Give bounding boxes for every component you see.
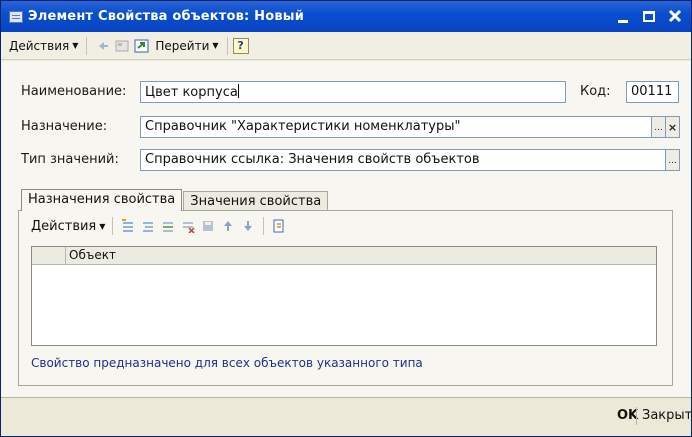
window-title: Элемент Свойства объектов: Новый — [28, 9, 305, 24]
tab-strip: Назначения свойства Значения свойства — [21, 189, 329, 211]
table-header: Объект — [32, 247, 656, 265]
ok-button[interactable]: OK — [617, 408, 638, 423]
toolbar-separator — [112, 217, 114, 235]
dialog-window: Элемент Свойства объектов: Новый Действи… — [0, 0, 692, 437]
panel-actions-label: Действия — [31, 218, 97, 234]
type-field[interactable]: Справочник ссылка: Значения свойств объе… — [140, 149, 666, 171]
footer-separator — [636, 407, 637, 425]
actions-menu[interactable]: Действия ▼ — [6, 37, 81, 55]
close-button[interactable]: Закрыть — [642, 408, 692, 423]
code-value: 00111 — [631, 84, 673, 99]
purpose-label: Назначение: — [21, 119, 108, 134]
name-label: Наименование: — [21, 84, 127, 99]
goto-menu[interactable]: Перейти ▼ — [152, 37, 221, 55]
tab-property-purpose[interactable]: Назначения свойства — [21, 189, 183, 211]
actions-menu-label: Действия — [9, 38, 70, 53]
dropdown-arrow-icon: ▼ — [212, 41, 219, 50]
purpose-pick-button[interactable]: ... — [652, 116, 666, 138]
refresh-icon[interactable] — [272, 219, 286, 233]
structure-icon[interactable] — [114, 38, 130, 54]
maximize-button[interactable] — [639, 6, 659, 26]
name-field[interactable]: Цвет корпуса — [140, 81, 566, 103]
purpose-field[interactable]: Справочник "Характеристики номенклатуры" — [140, 116, 652, 138]
tab-panel: Действия ▼ Объект Свойство предназначено… — [18, 210, 673, 386]
delete-row-icon[interactable] — [181, 219, 195, 233]
help-button[interactable]: ? — [232, 37, 249, 54]
column-header-object[interactable]: Объект — [66, 247, 119, 264]
code-label: Код: — [580, 84, 611, 99]
goto-menu-label: Перейти — [155, 38, 210, 53]
type-value: Справочник ссылка: Значения свойств объе… — [145, 152, 480, 167]
dropdown-arrow-icon: ▼ — [99, 221, 106, 231]
type-label: Тип значений: — [21, 152, 119, 167]
panel-toolbar: Действия ▼ — [29, 215, 289, 237]
form-icon — [9, 10, 23, 23]
purpose-clear-button[interactable]: × — [666, 116, 680, 138]
title-bar[interactable]: Элемент Свойства объектов: Новый — [1, 1, 691, 32]
move-up-icon[interactable] — [221, 219, 235, 233]
code-field[interactable]: 00111 — [626, 81, 679, 103]
minimize-button[interactable] — [613, 6, 633, 26]
minimize-icon — [618, 20, 628, 23]
back-icon[interactable] — [94, 38, 110, 54]
footer-bar: OK Закрыть — [1, 397, 692, 436]
dropdown-arrow-icon: ▼ — [72, 41, 79, 50]
add-row-icon[interactable] — [121, 219, 135, 233]
row-marker-column — [32, 247, 66, 264]
toolbar-separator — [263, 217, 265, 235]
form-body: Наименование: Цвет корпуса Код: 00111 На… — [1, 61, 691, 397]
tab-property-values[interactable]: Значения свойства — [183, 191, 329, 211]
toolbar-separator — [86, 36, 88, 55]
objects-table[interactable]: Объект — [31, 246, 657, 346]
name-value: Цвет корпуса — [145, 85, 238, 100]
purpose-value: Справочник "Характеристики номенклатуры" — [145, 119, 461, 134]
close-window-button[interactable] — [665, 6, 685, 26]
copy-row-icon[interactable] — [141, 219, 155, 233]
type-pick-button[interactable]: ... — [666, 149, 680, 171]
main-toolbar: Действия ▼ Перейти ▼ ? — [1, 32, 691, 60]
move-down-icon[interactable] — [241, 219, 255, 233]
go-to-icon[interactable] — [134, 38, 150, 54]
maximize-icon — [643, 10, 655, 22]
edit-row-icon[interactable] — [161, 219, 175, 233]
window-controls — [613, 6, 685, 26]
toolbar-separator — [226, 36, 228, 55]
close-icon — [668, 9, 682, 23]
save-row-icon[interactable] — [201, 219, 215, 233]
panel-actions-menu[interactable]: Действия ▼ — [29, 219, 107, 234]
purpose-hint-text: Свойство предназначено для всех объектов… — [31, 356, 423, 370]
